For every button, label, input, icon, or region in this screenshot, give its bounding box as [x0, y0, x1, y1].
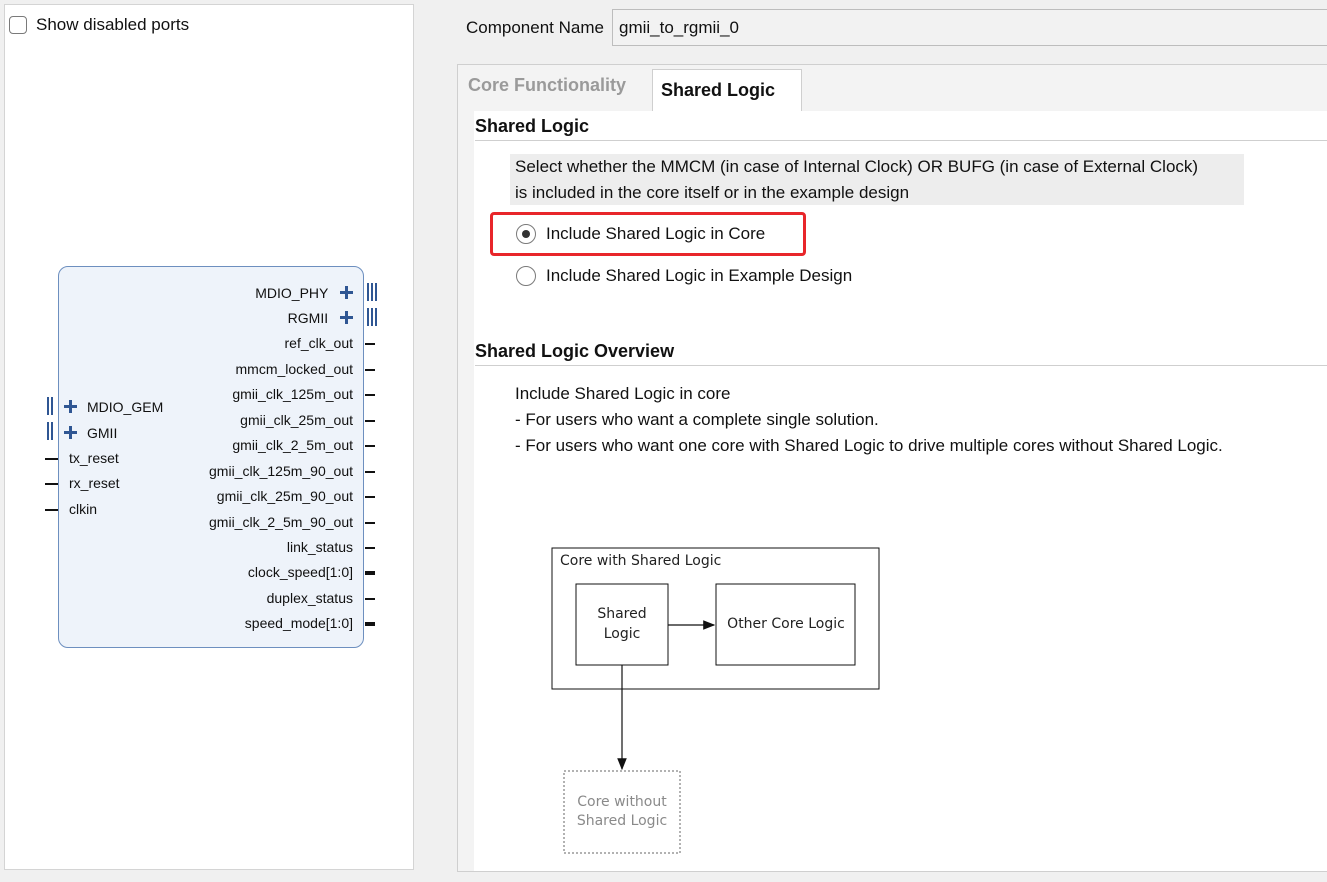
overview-line: Include Shared Logic in core: [515, 384, 731, 403]
port-bus-pin: [365, 622, 375, 626]
port-bus-pin: [365, 571, 375, 575]
component-name-label: Component Name: [466, 18, 604, 37]
divider: [475, 365, 1327, 366]
port-pin: [365, 420, 375, 422]
port-gmii-clk-25m-90-out[interactable]: gmii_clk_25m_90_out: [217, 488, 353, 504]
expand-plus-icon[interactable]: [64, 400, 77, 413]
port-rgmii[interactable]: RGMII: [288, 310, 353, 326]
component-name-input[interactable]: [612, 9, 1327, 46]
description-line: Select whether the MMCM (in case of Inte…: [515, 157, 1199, 176]
core-without-label: Shared Logic: [577, 813, 667, 829]
port-pin: [365, 496, 375, 498]
shared-logic-box: [575, 583, 669, 666]
other-core-logic-label: Other Core Logic: [727, 616, 845, 632]
overview-line: - For users who want one core with Share…: [515, 436, 1223, 455]
port-pin: [365, 471, 375, 473]
port-duplex-status[interactable]: duplex_status: [267, 590, 353, 606]
overview-line: - For users who want a complete single s…: [515, 410, 879, 429]
port-gmii-clk-2-5m-90-out[interactable]: gmii_clk_2_5m_90_out: [209, 514, 353, 530]
port-gmii-clk-2-5m-out[interactable]: gmii_clk_2_5m_out: [232, 437, 353, 453]
port-pin: [365, 598, 375, 600]
symbol-panel: Show disabled ports MDIO_PHY RGMII ref_c…: [4, 4, 414, 870]
port-gmii-clk-125m-out[interactable]: gmii_clk_125m_out: [232, 386, 353, 402]
port-pin: [365, 394, 375, 396]
divider: [475, 140, 1327, 141]
port-pin: [365, 369, 375, 371]
expand-plus-icon[interactable]: [340, 286, 353, 299]
shared-logic-box-label: Logic: [604, 626, 641, 642]
port-link-status[interactable]: link_status: [287, 539, 353, 555]
diagram-outer-label: Core with Shared Logic: [560, 553, 721, 569]
interface-bus-icon: [363, 283, 377, 301]
checkbox-box[interactable]: [9, 16, 27, 34]
show-disabled-ports-checkbox[interactable]: Show disabled ports: [9, 14, 189, 36]
port-gmii[interactable]: GMII: [64, 425, 117, 441]
description-line: is included in the core itself or in the…: [515, 183, 910, 202]
port-speed-mode[interactable]: speed_mode[1:0]: [245, 615, 353, 631]
radio-include-in-example-design[interactable]: Include Shared Logic in Example Design: [516, 266, 852, 286]
shared-logic-box-label: Shared: [597, 606, 646, 622]
radio-unselected-icon[interactable]: [516, 266, 536, 286]
port-gmii-clk-25m-out[interactable]: gmii_clk_25m_out: [240, 412, 353, 428]
shared-logic-description: Select whether the MMCM (in case of Inte…: [510, 154, 1244, 205]
radio-label: Include Shared Logic in Example Design: [546, 266, 853, 285]
port-pin: [365, 445, 375, 447]
tab-shared-logic[interactable]: Shared Logic: [652, 69, 802, 111]
port-mdio-phy[interactable]: MDIO_PHY: [255, 285, 353, 301]
port-pin: [45, 509, 58, 511]
port-rx-reset[interactable]: rx_reset: [69, 475, 120, 491]
tab-core-functionality[interactable]: Core Functionality: [468, 75, 626, 96]
overview-heading: Shared Logic Overview: [475, 341, 675, 361]
port-pin: [45, 458, 58, 460]
port-ref-clk-out[interactable]: ref_clk_out: [285, 335, 353, 351]
port-pin: [365, 547, 375, 549]
port-clock-speed[interactable]: clock_speed[1:0]: [248, 564, 353, 580]
port-mdio-gem[interactable]: MDIO_GEM: [64, 399, 163, 415]
show-disabled-ports-label: Show disabled ports: [36, 15, 190, 34]
interface-bus-icon: [47, 422, 59, 440]
port-pin: [45, 483, 58, 485]
port-mmcm-locked-out[interactable]: mmcm_locked_out: [236, 361, 354, 377]
shared-logic-heading: Shared Logic: [475, 116, 590, 136]
port-pin: [365, 522, 375, 524]
interface-bus-icon: [47, 397, 59, 415]
core-without-shared-logic-box: [563, 770, 681, 854]
port-pin: [365, 343, 375, 345]
port-tx-reset[interactable]: tx_reset: [69, 450, 119, 466]
core-without-label: Core without: [577, 794, 667, 810]
ip-symbol-block: MDIO_PHY RGMII ref_clk_out mmcm_locked_o…: [45, 266, 377, 648]
port-gmii-clk-125m-90-out[interactable]: gmii_clk_125m_90_out: [209, 463, 353, 479]
highlight-annotation-box: [490, 212, 806, 256]
interface-bus-icon: [363, 308, 377, 326]
expand-plus-icon[interactable]: [64, 426, 77, 439]
port-clkin[interactable]: clkin: [69, 501, 97, 517]
shared-logic-diagram: Core with Shared Logic Shared Logic Othe…: [551, 547, 880, 854]
expand-plus-icon[interactable]: [340, 311, 353, 324]
